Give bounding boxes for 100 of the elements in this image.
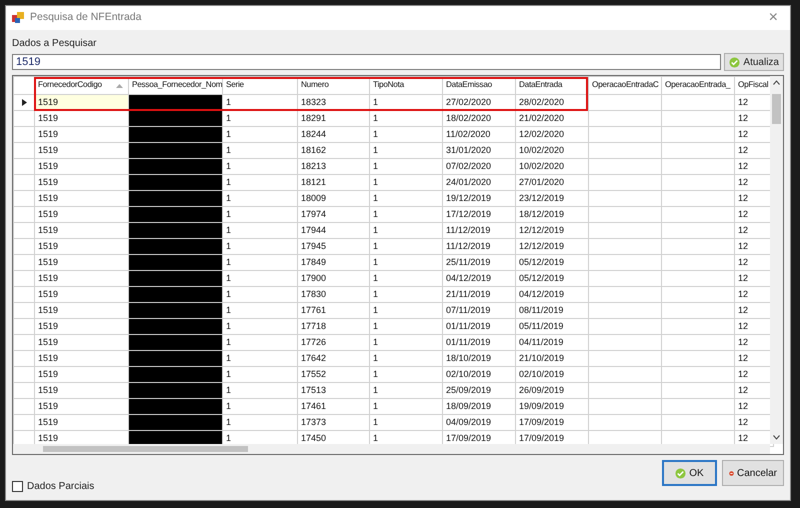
table-cell: 1 [222, 126, 298, 142]
table-cell: 10/02/2020 [516, 158, 588, 174]
table-cell: 17552 [298, 366, 370, 382]
scroll-thumb[interactable] [772, 94, 781, 124]
table-cell: 1 [370, 142, 442, 158]
table-cell: 17944 [298, 222, 370, 238]
table-cell: 24/01/2020 [442, 174, 516, 190]
table-cell: 1 [370, 350, 442, 366]
search-field[interactable]: 1519 [12, 54, 722, 70]
table-cell: 1 [370, 414, 442, 430]
table-cell: 1 [222, 302, 298, 318]
table-cell: 1 [370, 206, 442, 222]
table-cell: 17974 [298, 206, 370, 222]
table-cell: 17642 [298, 350, 370, 366]
table-cell: 27/01/2020 [516, 174, 588, 190]
table-cell: 1 [370, 222, 442, 238]
table-cell: 1519 [34, 158, 128, 174]
table-cell: 1 [370, 190, 442, 206]
horizontal-scrollbar[interactable] [13, 444, 770, 454]
table-cell: 1 [222, 238, 298, 254]
table-cell: 1 [222, 398, 298, 414]
table-cell: 17945 [298, 238, 370, 254]
table-cell: 18244 [298, 126, 370, 142]
table-cell: 1 [222, 110, 298, 126]
table-cell: 18/12/2019 [516, 206, 588, 222]
table-cell: 1 [222, 254, 298, 270]
table-cell: 18162 [298, 142, 370, 158]
current-row-icon [22, 99, 26, 106]
table-cell: 04/11/2019 [516, 334, 588, 350]
table-cell: 1519 [34, 110, 128, 126]
table-cell: 04/12/2019 [516, 286, 588, 302]
close-button[interactable]: × [762, 10, 784, 26]
table-cell: 1519 [34, 174, 128, 190]
table-cell: 1519 [34, 398, 128, 414]
table-cell: 1519 [34, 334, 128, 350]
table-cell: 1 [222, 334, 298, 350]
window-title: Pesquisa de NFEntrada [30, 10, 142, 26]
table-cell: 11/12/2019 [442, 222, 516, 238]
table-cell: 1 [222, 190, 298, 206]
table-cell: 25/09/2019 [442, 382, 516, 398]
table-cell: 1 [222, 286, 298, 302]
table-cell: 19/09/2019 [516, 398, 588, 414]
table-cell: 11/12/2019 [442, 238, 516, 254]
table-cell: 1519 [34, 238, 128, 254]
table-cell: 1519 [34, 222, 128, 238]
table-cell: 1 [222, 382, 298, 398]
table-cell: 1 [370, 126, 442, 142]
scroll-down-icon[interactable] [773, 435, 780, 440]
table-cell: 1519 [34, 270, 128, 286]
table-cell: 17761 [298, 302, 370, 318]
table-cell: 12/12/2019 [516, 238, 588, 254]
cancel-button[interactable]: Cancelar [722, 460, 784, 486]
table-cell: 17718 [298, 318, 370, 334]
table-cell: 1 [222, 222, 298, 238]
table-cell: 1 [370, 334, 442, 350]
table-cell: 02/10/2019 [516, 366, 588, 382]
table-cell: 1 [370, 302, 442, 318]
table-cell: 1 [370, 158, 442, 174]
table-cell: 01/11/2019 [442, 334, 516, 350]
table-cell: 18213 [298, 158, 370, 174]
table-cell: 17/09/2019 [516, 414, 588, 430]
table-cell: 10/02/2020 [516, 142, 588, 158]
table-cell: 1 [370, 286, 442, 302]
table-cell: 1519 [34, 302, 128, 318]
table-cell: 11/02/2020 [442, 126, 516, 142]
table-cell: 1 [222, 174, 298, 190]
table-cell: 18009 [298, 190, 370, 206]
vertical-scrollbar[interactable] [770, 76, 783, 444]
table-cell: 01/11/2019 [442, 318, 516, 334]
table-cell: 18/02/2020 [442, 110, 516, 126]
table-cell: 23/12/2019 [516, 190, 588, 206]
table-cell: 25/11/2019 [442, 254, 516, 270]
table-cell: 05/11/2019 [516, 318, 588, 334]
column-header[interactable]: OperacaoEntrada_ [662, 76, 734, 94]
column-header[interactable]: OperacaoEntradaC [588, 76, 662, 94]
table-cell: 1 [370, 174, 442, 190]
app-icon [12, 12, 24, 24]
table-cell: 1519 [34, 286, 128, 302]
table-cell: 1519 [34, 350, 128, 366]
check-icon [729, 56, 740, 68]
refresh-button[interactable]: Atualiza [724, 53, 784, 71]
table-cell: 1 [370, 238, 442, 254]
table-cell: 04/12/2019 [442, 270, 516, 286]
table-cell: 1 [222, 318, 298, 334]
scroll-up-icon[interactable] [773, 80, 780, 85]
table-cell: 02/10/2019 [442, 366, 516, 382]
ok-button[interactable]: OK [662, 460, 717, 486]
table-cell: 18121 [298, 174, 370, 190]
table-cell: 1519 [34, 382, 128, 398]
partial-checkbox[interactable]: Dados Parciais [12, 479, 94, 494]
table-cell: 1 [370, 366, 442, 382]
scroll-thumb[interactable] [43, 446, 248, 452]
table-cell: 17900 [298, 270, 370, 286]
table-cell: 05/12/2019 [516, 254, 588, 270]
table-cell: 1519 [34, 254, 128, 270]
table-cell: 12/02/2020 [516, 126, 588, 142]
table-cell: 1 [370, 382, 442, 398]
table-cell: 21/11/2019 [442, 286, 516, 302]
table-cell: 17513 [298, 382, 370, 398]
table-cell: 18/09/2019 [442, 398, 516, 414]
